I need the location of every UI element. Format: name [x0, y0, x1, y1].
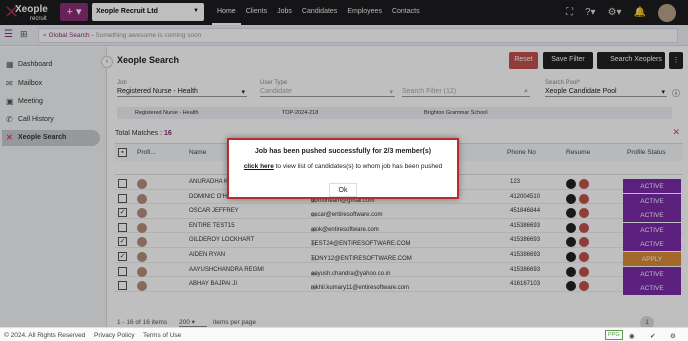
copyright: © 2024. All Rights Reserved: [4, 332, 86, 339]
dialog-message: Job has been pushed successfully for 2/3…: [254, 148, 432, 155]
ok-button[interactable]: Ok: [329, 183, 357, 197]
dialog-subtext: click here to view list of candidates(s)…: [229, 163, 457, 170]
terms-link[interactable]: Terms of Use: [143, 332, 181, 339]
click-here-link[interactable]: click here: [244, 163, 274, 170]
settings-icon[interactable]: ⚙: [670, 332, 676, 340]
push-success-dialog: Job has been pushed successfully for 2/3…: [227, 138, 459, 199]
ppg-badge: PPG: [605, 330, 623, 340]
footer: © 2024. All Rights Reserved Privacy Poli…: [0, 327, 688, 341]
dialog-subtext-rest: to view list of candidates(s) to whom jo…: [273, 163, 443, 170]
privacy-link[interactable]: Privacy Policy: [94, 332, 134, 339]
check-icon[interactable]: ✔: [650, 332, 655, 340]
user-icon[interactable]: ◉: [629, 332, 635, 340]
